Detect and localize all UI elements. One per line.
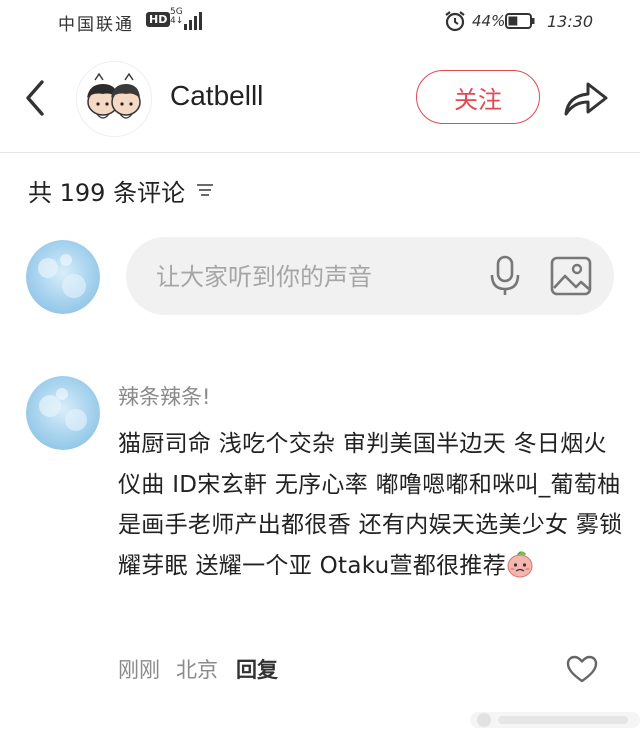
status-bar: 中国联通 HD 5G 4↓ 44% 13:30 <box>0 0 640 44</box>
hd-badge: HD <box>146 12 171 27</box>
comment-input-box[interactable] <box>126 237 614 317</box>
carrier-label: 中国联通 <box>58 15 134 35</box>
clock-time: 13:30 <box>547 12 594 31</box>
comment-time: 刚刚 <box>118 658 160 682</box>
profile-header: Catbelll 关注 <box>0 44 640 153</box>
heart-icon[interactable] <box>566 654 598 684</box>
comment-count-row[interactable]: 共 199 条评论 <box>28 170 215 210</box>
signal-icon <box>184 12 202 30</box>
follow-button[interactable]: 关注 <box>416 70 540 124</box>
battery-percent: 44% <box>472 12 506 30</box>
image-icon[interactable] <box>550 256 592 296</box>
author-avatar[interactable] <box>76 61 152 137</box>
commenter-name[interactable]: 辣条辣条! <box>118 381 210 411</box>
share-arrow-icon[interactable] <box>562 74 610 120</box>
alarm-icon <box>445 11 465 32</box>
chevron-left-icon[interactable] <box>18 76 52 120</box>
author-username[interactable]: Catbelll <box>170 80 263 112</box>
reply-button[interactable]: 回复 <box>236 654 278 684</box>
network-activity-label: 4↓ <box>170 16 184 26</box>
network-indicator: 5G 4↓ <box>170 8 183 26</box>
peach-emoji-icon <box>507 550 533 577</box>
comment-location: 北京 <box>176 658 218 682</box>
microphone-icon[interactable] <box>488 255 522 297</box>
sort-icon[interactable] <box>195 182 215 198</box>
watermark-image <box>470 712 640 728</box>
comment-input[interactable] <box>154 237 478 317</box>
comment-meta: 刚刚 北京 回复 <box>118 654 278 684</box>
comment-text: 猫厨司命 浅吃个交杂 审判美国半边天 冬日烟火仪曲 ID宋玄軒 无序心率 嘟噜嗯… <box>118 424 623 586</box>
comment-body: 猫厨司命 浅吃个交杂 审判美国半边天 冬日烟火仪曲 ID宋玄軒 无序心率 嘟噜嗯… <box>118 431 623 579</box>
battery-icon <box>505 13 535 29</box>
comment-count: 共 199 条评论 <box>28 178 186 207</box>
current-user-avatar <box>26 240 100 314</box>
cartoon-avatar-icon <box>77 62 151 136</box>
commenter-avatar[interactable] <box>26 376 100 450</box>
